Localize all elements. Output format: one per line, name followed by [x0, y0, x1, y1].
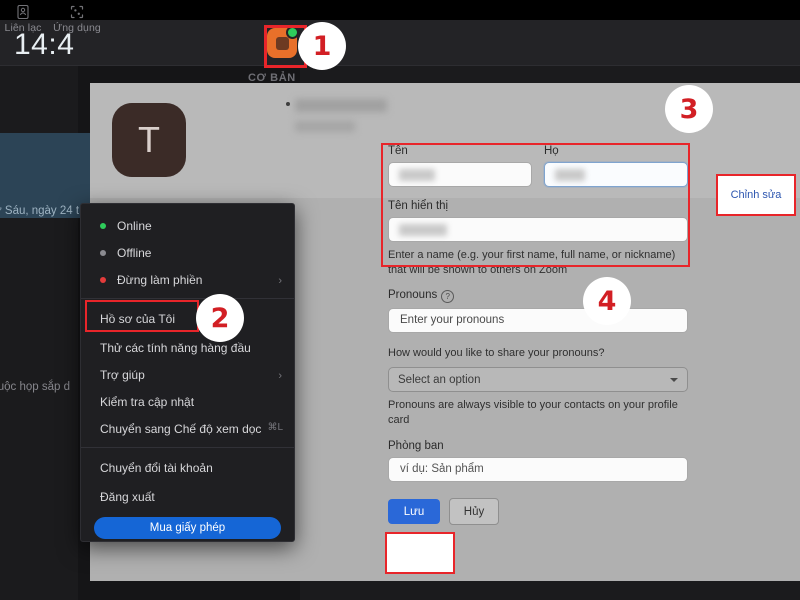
last-name-label: Họ — [544, 145, 559, 157]
profile-form: Tên Họ Tên hiển thị Enter a name (e.g. y… — [388, 145, 688, 525]
menu-item-help-label: Trợ giúp — [100, 367, 145, 382]
home-date: ứ Sáu, ngày 24 t — [0, 205, 80, 217]
profile-avatar-large[interactable]: T — [112, 103, 186, 177]
chevron-down-icon — [670, 377, 678, 382]
display-name-group: Tên hiển thị — [388, 200, 688, 242]
step-marker-3: 3 — [665, 85, 713, 133]
menu-divider — [81, 447, 294, 448]
menu-item-portrait-view-label: Chuyển sang Chế độ xem dọc — [100, 421, 262, 436]
last-name-input[interactable] — [544, 162, 688, 187]
screenshot-root: Liên lạc Ứng dụng CƠ BẢN 14:4 ứ Sáu, ngà… — [0, 0, 800, 600]
buy-license-button[interactable]: Mua giấy phép — [94, 517, 281, 539]
menu-item-try-features-label: Thử các tính năng hàng đầu — [100, 340, 251, 355]
menu-item-switch-account-label: Chuyển đổi tài khoản — [100, 460, 213, 475]
home-meetings-note: cuộc họp sắp d — [0, 381, 71, 393]
menu-status-online[interactable]: Online — [81, 212, 294, 239]
menu-status-dnd-label: Đừng làm phiền — [117, 272, 203, 287]
profile-email-redacted — [295, 121, 355, 132]
status-dot-icon — [100, 250, 106, 256]
dialog-button-row: Lưu Hủy — [388, 498, 688, 525]
cancel-button[interactable]: Hủy — [449, 498, 499, 525]
department-input[interactable]: ví dụ: Sản phẩm — [388, 457, 688, 482]
menu-item-sign-out-label: Đăng xuất — [100, 489, 155, 504]
pronouns-input[interactable]: Enter your pronouns — [388, 308, 688, 333]
highlight-box-edit: Chỉnh sửa — [716, 174, 796, 216]
first-name-input[interactable] — [388, 162, 532, 187]
menu-item-check-updates[interactable]: Kiểm tra cập nhật — [81, 388, 294, 415]
step-marker-4: 4 — [583, 277, 631, 325]
profile-name-redacted — [295, 99, 387, 112]
pronouns-label-text: Pronouns — [388, 289, 438, 301]
menu-divider — [81, 298, 294, 299]
save-button[interactable]: Lưu — [388, 499, 440, 524]
department-placeholder: ví dụ: Sản phẩm — [400, 463, 484, 475]
step-marker-1: 1 — [298, 22, 346, 70]
chevron-right-icon: › — [278, 275, 282, 287]
menu-status-offline-label: Offline — [117, 245, 152, 260]
menu-item-try-features[interactable]: Thử các tính năng hàng đầu — [81, 334, 294, 361]
pronouns-placeholder: Enter your pronouns — [400, 314, 505, 326]
edit-button[interactable]: Chỉnh sửa — [718, 176, 794, 214]
pronouns-label: Pronouns? — [388, 289, 688, 303]
display-name-label: Tên hiển thị — [388, 200, 449, 212]
status-dot-icon — [100, 223, 106, 229]
pronouns-group: Pronouns? Enter your pronouns — [388, 289, 688, 333]
menu-item-portrait-view-shortcut: ⌘L — [267, 422, 283, 433]
app-toolbar — [0, 20, 800, 66]
department-label: Phòng ban — [388, 440, 444, 452]
contacts-icon — [15, 4, 31, 20]
apps-icon — [69, 4, 85, 20]
menu-item-help[interactable]: Trợ giúp › — [81, 361, 294, 388]
profile-status-dot — [286, 102, 290, 106]
name-row: Tên Họ — [388, 145, 688, 187]
highlight-box-save — [385, 532, 455, 574]
menu-status-dnd[interactable]: Đừng làm phiền › — [81, 266, 294, 293]
display-name-input[interactable] — [388, 217, 688, 242]
display-name-helper: Enter a name (e.g. your first name, full… — [388, 249, 676, 276]
menu-item-sign-out[interactable]: Đăng xuất — [81, 482, 294, 511]
display-name-value-redacted — [399, 224, 447, 236]
last-name-value-redacted — [555, 169, 585, 181]
first-name-group: Tên — [388, 145, 532, 187]
menu-item-check-updates-label: Kiểm tra cập nhật — [100, 394, 195, 409]
home-clock: 14:4 — [14, 28, 75, 61]
menu-status-offline[interactable]: Offline — [81, 239, 294, 266]
menu-item-portrait-view[interactable]: Chuyển sang Chế độ xem dọc ⌘L — [81, 415, 294, 442]
pronouns-share-select[interactable]: Select an option — [388, 367, 688, 392]
department-group: Phòng ban ví dụ: Sản phẩm — [388, 440, 688, 482]
pronouns-share-label: How would you like to share your pronoun… — [388, 347, 605, 359]
menu-status-online-label: Online — [117, 218, 152, 233]
menu-item-switch-account[interactable]: Chuyển đổi tài khoản — [81, 453, 294, 482]
status-dot-icon — [100, 277, 106, 283]
highlight-box-my-profile — [85, 300, 199, 332]
help-icon[interactable]: ? — [441, 290, 455, 303]
step-marker-2: 2 — [196, 294, 244, 342]
first-name-value-redacted — [399, 169, 435, 181]
profile-context-menu: Online Offline Đừng làm phiền › Hồ sơ củ… — [80, 203, 295, 542]
pronouns-helper: Pronouns are always visible to your cont… — [388, 399, 678, 426]
chevron-right-icon: › — [278, 370, 282, 382]
pronouns-share-value: Select an option — [398, 373, 481, 386]
first-name-label: Tên — [388, 145, 408, 157]
last-name-group: Họ — [544, 145, 688, 187]
